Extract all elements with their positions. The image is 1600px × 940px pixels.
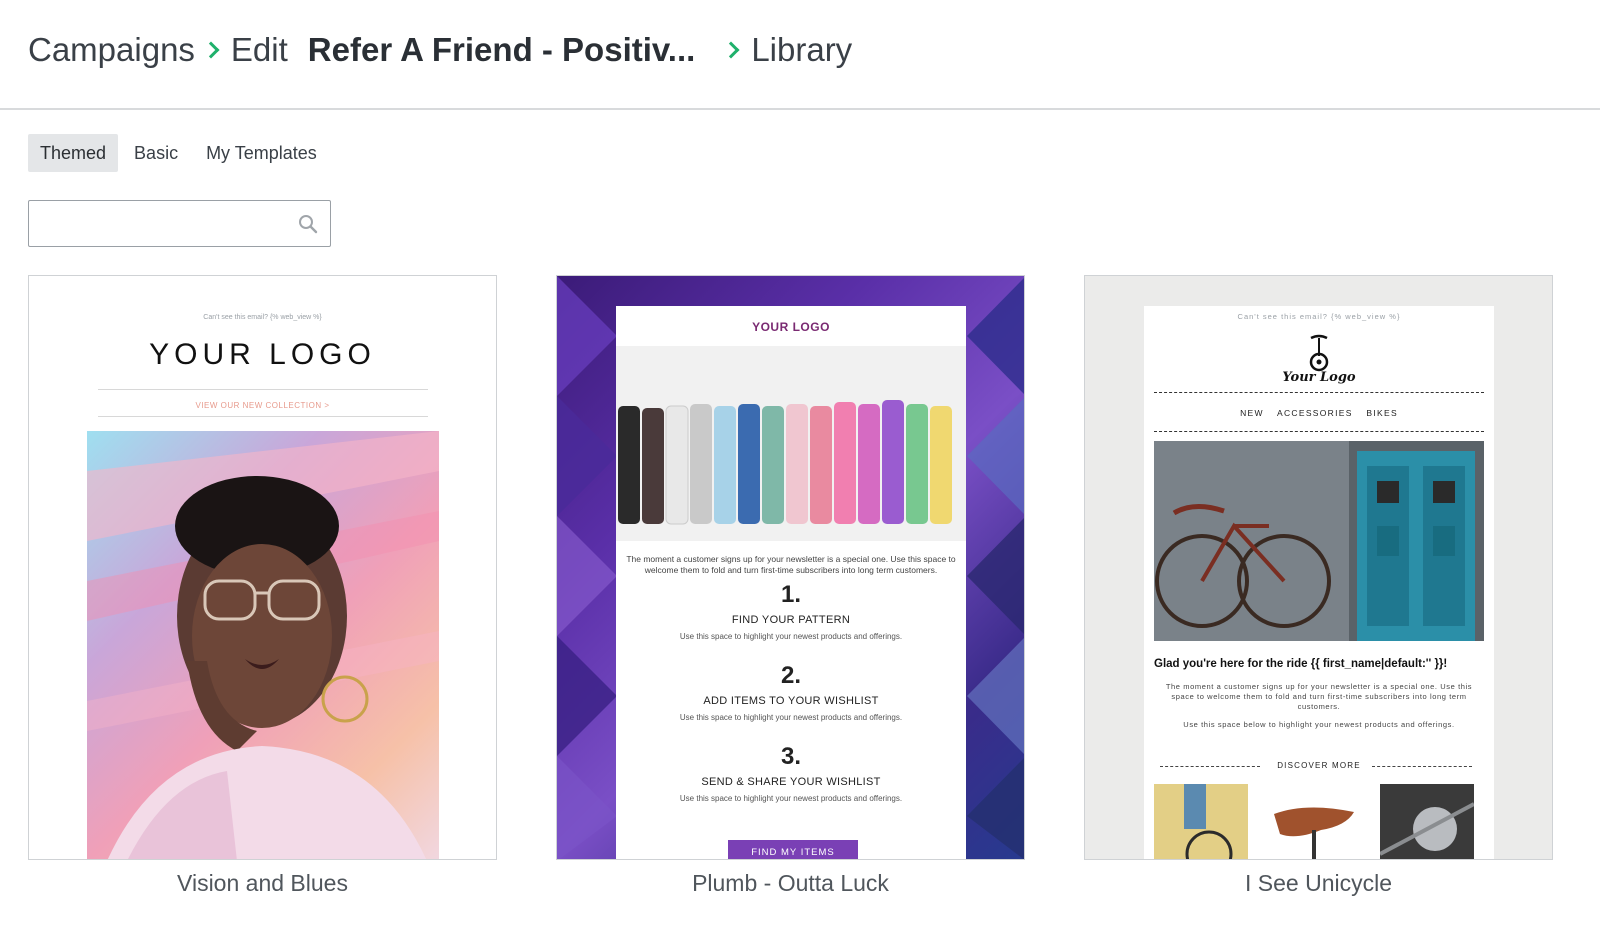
breadcrumb: Campaigns Edit Refer A Friend - Positiv.…	[28, 28, 852, 72]
phone-cases-image	[616, 346, 966, 541]
email-preview: Can't see this email? {% web_view %} You…	[1144, 306, 1494, 859]
preheader-text: Can't see this email? {% web_view %}	[203, 314, 322, 321]
tab-my-templates[interactable]: My Templates	[194, 134, 329, 172]
template-tabs: Themed Basic My Templates	[28, 134, 329, 172]
search-box	[28, 200, 331, 247]
step-title: SEND & SHARE YOUR WISHLIST	[701, 776, 881, 788]
divider	[1372, 766, 1472, 767]
divider	[98, 389, 428, 390]
preheader-text: Can't see this email? {% web_view %}	[1237, 312, 1401, 321]
breadcrumb-campaigns[interactable]: Campaigns	[28, 31, 195, 69]
step-desc: Use this space to highlight your newest …	[679, 632, 903, 641]
breadcrumb-library: Library	[751, 31, 853, 68]
breadcrumb-campaign-name[interactable]: Refer A Friend - Positiv...	[308, 31, 696, 69]
unicycle-icon	[1309, 334, 1329, 372]
search-input[interactable]	[29, 201, 279, 245]
chevron-right-icon	[722, 41, 740, 59]
step-number: 2.	[780, 662, 801, 689]
intro-text: The moment a customer signs up for your …	[626, 554, 956, 575]
template-card-vision-and-blues[interactable]: Can't see this email? {% web_view %} YOU…	[28, 275, 497, 860]
nav-links: NEW ACCESSORIES BIKES	[1240, 408, 1398, 418]
divider	[98, 416, 428, 417]
portrait-image	[87, 431, 439, 859]
template-name[interactable]: Vision and Blues	[28, 870, 497, 897]
template-card-i-see-unicycle[interactable]: Can't see this email? {% web_view %} You…	[1084, 275, 1553, 860]
greeting-text: Glad you're here for the ride {{ first_n…	[1154, 658, 1448, 670]
tab-basic[interactable]: Basic	[122, 134, 190, 172]
page-header: Campaigns Edit Refer A Friend - Positiv.…	[0, 0, 1600, 110]
template-card-plumb-outta-luck[interactable]: YOUR LOGO The moment a customer signs up…	[556, 275, 1025, 860]
chevron-right-icon	[202, 41, 220, 59]
product-thumb-bike	[1154, 784, 1248, 859]
email-preview: YOUR LOGO The moment a customer signs up…	[616, 306, 966, 859]
template-logo: Your Logo	[1282, 370, 1356, 385]
template-name[interactable]: I See Unicycle	[1084, 870, 1553, 897]
divider	[1154, 392, 1484, 393]
step-title: ADD ITEMS TO YOUR WISHLIST	[703, 695, 879, 707]
collection-link: VIEW OUR NEW COLLECTION >	[195, 401, 330, 410]
step-desc: Use this space to highlight your newest …	[679, 794, 903, 803]
product-thumb-bell	[1380, 784, 1474, 859]
template-name[interactable]: Plumb - Outta Luck	[556, 870, 1025, 897]
template-logo: YOUR LOGO	[752, 320, 830, 334]
breadcrumb-edit[interactable]: Edit	[231, 31, 288, 69]
tab-themed[interactable]: Themed	[28, 134, 119, 172]
body-text: Use this space below to highlight your n…	[1183, 720, 1455, 729]
step-number: 1.	[780, 581, 801, 608]
divider	[1154, 431, 1484, 432]
intro-text: The moment a customer signs up for your …	[1165, 682, 1473, 711]
find-my-items-button: FIND MY ITEMS	[728, 840, 858, 859]
step-number: 3.	[780, 743, 801, 770]
step-desc: Use this space to highlight your newest …	[679, 713, 903, 722]
search-icon[interactable]	[298, 214, 318, 234]
step-title: FIND YOUR PATTERN	[731, 614, 851, 626]
product-thumb-saddle	[1266, 784, 1360, 859]
template-logo: YOUR LOGO	[149, 338, 376, 371]
bicycle-door-image	[1154, 441, 1484, 641]
